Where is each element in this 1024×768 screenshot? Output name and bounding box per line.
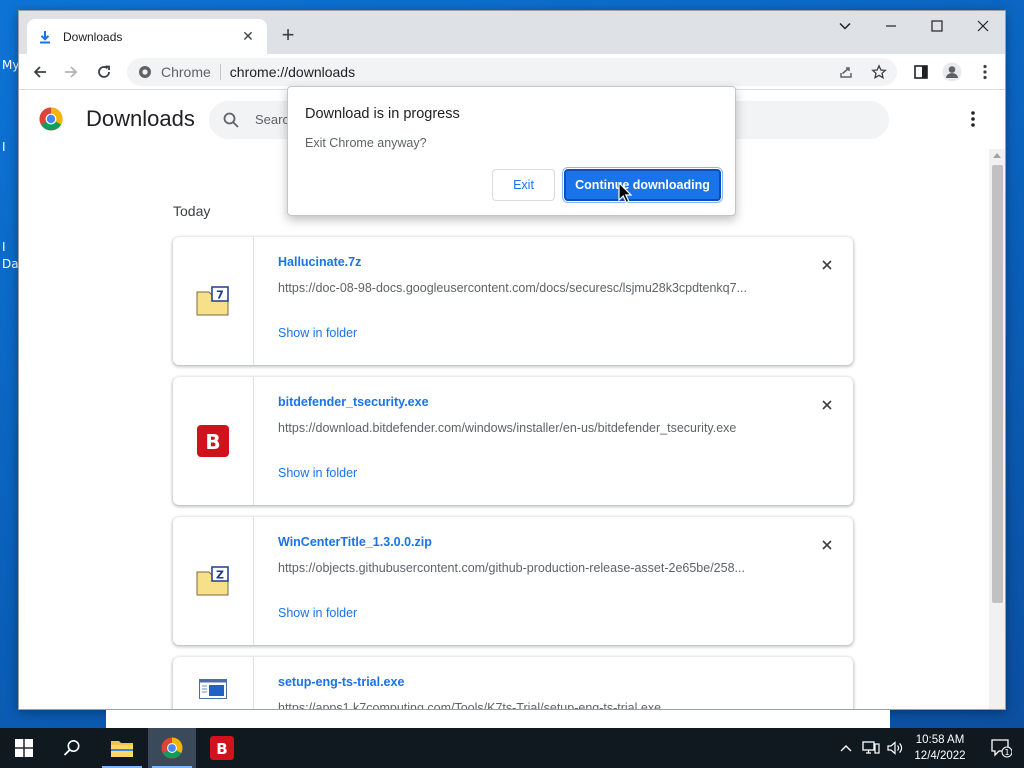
file-url[interactable]: https://objects.githubusercontent.com/gi… xyxy=(278,561,788,575)
show-hidden-icons-icon[interactable] xyxy=(836,728,856,768)
file-explorer-button[interactable] xyxy=(98,728,146,768)
chrome-icon xyxy=(161,737,183,759)
file-name-link[interactable]: WinCenterTitle_1.3.0.0.zip xyxy=(278,535,432,549)
desktop-icon-label[interactable]: I xyxy=(2,140,6,154)
desktop-icon-label[interactable]: Da xyxy=(2,257,19,271)
download-item: setup-eng-ts-trial.exe https://apps1.k7c… xyxy=(173,657,853,709)
download-item: 7 Hallucinate.7z https://doc-08-98-docs.… xyxy=(173,237,853,365)
file-name-link[interactable]: Hallucinate.7z xyxy=(278,255,361,269)
chrome-menu-icon[interactable] xyxy=(973,60,997,84)
file-url[interactable]: https://apps1.k7computing.com/Tools/K7ts… xyxy=(278,701,788,709)
desktop-strip xyxy=(106,710,890,728)
download-item: B bitdefender_tsecurity.exe https://down… xyxy=(173,377,853,505)
new-tab-button[interactable]: + xyxy=(276,24,300,48)
search-button[interactable] xyxy=(48,728,96,768)
clock-time: 10:58 AM xyxy=(915,734,965,746)
forward-arrow-icon[interactable] xyxy=(59,60,83,84)
continue-downloading-button[interactable]: Continue downloading xyxy=(562,167,723,203)
installer-icon xyxy=(199,679,227,699)
dialog-message: Exit Chrome anyway? xyxy=(305,136,427,150)
desktop-icon-label[interactable]: I xyxy=(2,240,6,254)
tab-downloads[interactable]: Downloads ✕ xyxy=(27,19,267,54)
url-text[interactable]: chrome://downloads xyxy=(230,64,355,80)
mouse-cursor-icon xyxy=(618,182,632,204)
share-icon[interactable] xyxy=(838,64,854,80)
folder-icon xyxy=(111,741,133,757)
bitdefender-glyph: B xyxy=(205,430,220,454)
file-icon-column: B xyxy=(173,377,254,505)
chrome-site-icon xyxy=(139,66,151,78)
show-in-folder-link[interactable]: Show in folder xyxy=(278,606,357,620)
bitdefender-taskbar-button[interactable]: B xyxy=(198,728,246,768)
side-panel-icon[interactable] xyxy=(909,60,933,84)
maximize-icon[interactable] xyxy=(914,11,960,41)
file-icon-column xyxy=(173,657,254,709)
desktop-icon-label[interactable]: My xyxy=(2,58,19,72)
clock-date: 12/4/2022 xyxy=(914,750,966,762)
back-arrow-icon[interactable] xyxy=(28,60,52,84)
notification-count: 1 xyxy=(1004,748,1009,757)
taskbar: B 10:58 AM 12/4/2022 1 xyxy=(0,728,1024,768)
file-name-link[interactable]: setup-eng-ts-trial.exe xyxy=(278,675,404,689)
scroll-down-icon[interactable] xyxy=(993,709,1001,710)
download-in-progress-dialog: Download is in progress Exit Chrome anyw… xyxy=(287,86,736,216)
remove-item-icon[interactable] xyxy=(817,255,837,275)
windows-logo-icon xyxy=(15,739,33,757)
download-icon xyxy=(40,30,50,43)
tab-search-icon[interactable] xyxy=(822,11,868,41)
network-icon[interactable] xyxy=(860,728,882,768)
notification-icon: 1 xyxy=(991,739,1012,758)
browser-toolbar: Chrome chrome://downloads xyxy=(19,54,1005,90)
date-group-label: Today xyxy=(173,203,211,219)
show-in-folder-link[interactable]: Show in folder xyxy=(278,326,357,340)
profile-avatar-icon[interactable] xyxy=(940,60,964,84)
archive-glyph: Z xyxy=(216,569,224,582)
minimize-icon[interactable] xyxy=(868,11,914,41)
file-icon-column: 7 xyxy=(173,237,254,365)
download-item: Z WinCenterTitle_1.3.0.0.zip https://obj… xyxy=(173,517,853,645)
chrome-logo-icon xyxy=(39,107,63,131)
remove-item-icon[interactable] xyxy=(817,535,837,555)
bitdefender-icon: B xyxy=(197,425,229,457)
zip-archive-icon: Z xyxy=(196,566,229,596)
archive-glyph: 7 xyxy=(216,289,224,302)
file-url[interactable]: https://doc-08-98-docs.googleusercontent… xyxy=(278,281,788,295)
volume-icon[interactable] xyxy=(884,728,906,768)
file-icon-column: Z xyxy=(173,517,254,645)
tab-title: Downloads xyxy=(63,29,123,44)
address-bar[interactable]: Chrome chrome://downloads xyxy=(127,58,897,86)
tab-strip: Downloads ✕ + xyxy=(19,11,1005,54)
dialog-title: Download is in progress xyxy=(305,106,460,122)
scroll-up-icon[interactable] xyxy=(993,153,1001,158)
system-clock[interactable]: 10:58 AM 12/4/2022 xyxy=(906,732,974,764)
exit-button[interactable]: Exit xyxy=(492,169,555,201)
reload-icon[interactable] xyxy=(92,60,116,84)
remove-item-icon[interactable] xyxy=(817,395,837,415)
start-button[interactable] xyxy=(0,728,48,768)
close-window-icon[interactable] xyxy=(960,11,1005,41)
tab-close-icon[interactable]: ✕ xyxy=(239,28,257,45)
bookmark-star-icon[interactable] xyxy=(871,64,887,80)
file-name-link[interactable]: bitdefender_tsecurity.exe xyxy=(278,395,429,409)
chrome-taskbar-button[interactable] xyxy=(148,728,196,768)
omnibox-divider xyxy=(219,64,221,80)
scroll-thumb[interactable] xyxy=(992,165,1003,603)
page-menu-icon[interactable] xyxy=(963,109,983,131)
taskbar-search-icon xyxy=(63,740,80,756)
action-center-button[interactable]: 1 xyxy=(978,728,1024,768)
search-icon xyxy=(223,112,239,128)
page-title: Downloads xyxy=(86,106,195,131)
site-label: Chrome xyxy=(161,64,211,80)
file-url[interactable]: https://download.bitdefender.com/windows… xyxy=(278,421,788,435)
bitdefender-icon: B xyxy=(210,736,234,760)
bitdefender-glyph: B xyxy=(216,740,227,758)
7z-archive-icon: 7 xyxy=(196,286,229,316)
page-scrollbar[interactable] xyxy=(989,149,1005,710)
show-in-folder-link[interactable]: Show in folder xyxy=(278,466,357,480)
